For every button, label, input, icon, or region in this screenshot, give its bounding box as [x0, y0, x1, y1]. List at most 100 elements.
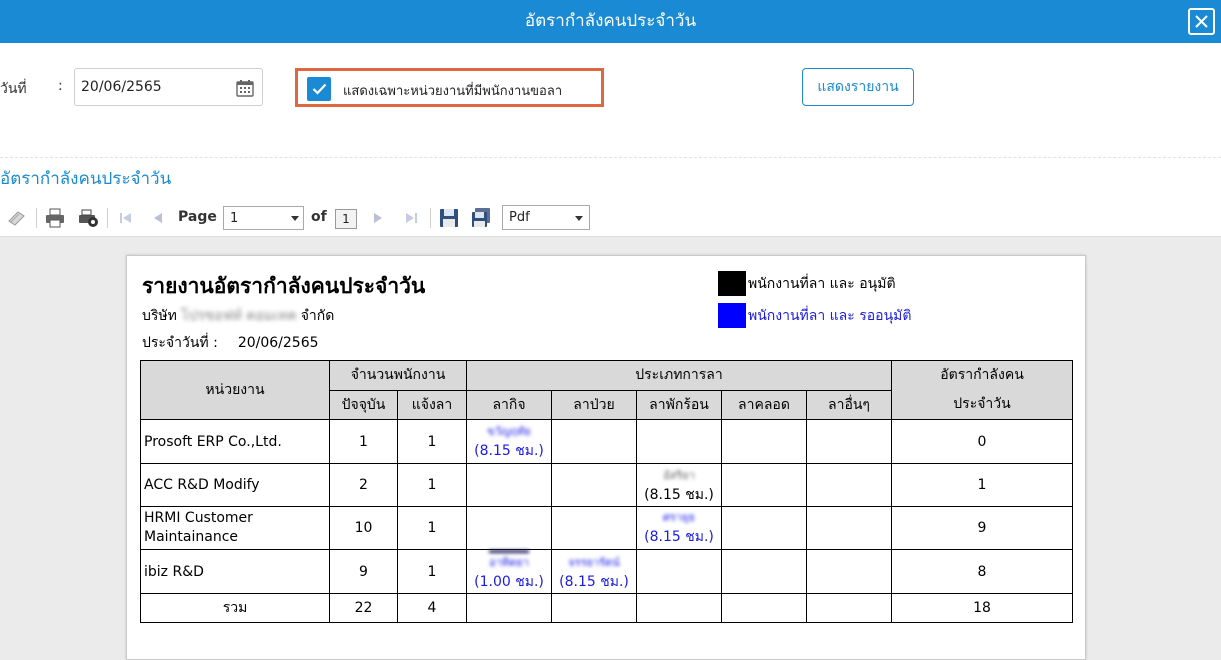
row-sick[interactable]: จรรยารัตน์ (8.15 ชม.) — [551, 549, 637, 594]
row-personal[interactable]: ขวัญฤทัย (8.15 ชม.) — [466, 419, 552, 464]
header-rate-line2: ประจำวัน — [953, 396, 1011, 412]
total-pages: 1 — [335, 209, 357, 229]
table-row: ACC R&D Modify 2 1 อัสริยา (8.15 ชม.) 1 — [140, 463, 1073, 507]
header-rate-line1: อัตรากำลังคน — [940, 367, 1024, 383]
header-sick: ลาป่วย — [551, 389, 637, 420]
legend-label-approved: พนักงานที่ลา และ อนุมัติ — [748, 275, 896, 292]
table-row: HRMI Customer Maintainance 10 1 ศรายุธ (… — [140, 506, 1073, 550]
employee-name-redacted: อาทิตยา — [489, 550, 529, 571]
report-date: ประจำวันที่ : 20/06/2565 — [142, 332, 319, 354]
total-rate: 18 — [891, 593, 1073, 623]
print-setup-icon[interactable] — [77, 207, 99, 229]
row-rate: 8 — [891, 549, 1073, 594]
row-current: 9 — [329, 549, 398, 594]
employee-name-redacted: จรรยารัตน์ — [568, 556, 620, 569]
row-rate: 1 — [891, 463, 1073, 507]
row-sick — [551, 506, 637, 550]
app-window: อัตรากำลังคนประจำวัน วันที่ : แสดงเฉพาะห… — [0, 0, 1221, 660]
row-personal[interactable]: อาทิตยา (1.00 ชม.) — [466, 549, 552, 594]
row-unit: ACC R&D Modify — [140, 463, 330, 507]
row-on-leave: 1 — [397, 463, 467, 507]
row-sick — [551, 463, 637, 507]
total-vacation — [636, 593, 722, 623]
header-maternity: ลาคลอด — [721, 389, 807, 420]
row-personal — [466, 463, 552, 507]
employee-name-redacted: อัสริยา — [663, 469, 695, 482]
first-page-icon[interactable] — [115, 207, 137, 229]
total-current: 22 — [329, 593, 398, 623]
leave-hours: (8.15 ชม.) — [644, 487, 714, 503]
legend-label-pending: พนักงานที่ลา และ รออนุมัติ — [748, 307, 912, 324]
date-field[interactable] — [74, 68, 263, 106]
row-unit: HRMI Customer Maintainance — [140, 506, 330, 550]
section-title: อัตรากำลังคนประจำวัน — [0, 169, 172, 189]
header-other: ลาอื่นๆ — [806, 389, 892, 420]
calendar-icon[interactable] — [235, 78, 255, 98]
row-current: 10 — [329, 506, 398, 550]
print-icon[interactable] — [44, 207, 66, 229]
header-employees: จำนวนพนักงาน — [329, 360, 467, 391]
export-format-value: Pdf — [509, 210, 530, 225]
show-report-button[interactable]: แสดงรายงาน — [802, 68, 914, 106]
export-icon[interactable] — [470, 207, 492, 229]
last-page-icon[interactable] — [400, 207, 422, 229]
page-select-value: 1 — [230, 211, 239, 226]
total-personal — [466, 593, 552, 623]
date-colon: : — [58, 78, 63, 94]
page-select[interactable]: 1 — [223, 206, 304, 230]
row-maternity — [721, 506, 807, 550]
legend-pending: พนักงานที่ลา และ รออนุมัติ — [718, 303, 911, 328]
header-unit: หน่วยงาน — [140, 360, 330, 420]
report-toolbar: Page — [0, 200, 1221, 237]
row-current: 2 — [329, 463, 398, 507]
prev-page-icon[interactable] — [147, 207, 169, 229]
row-vacation[interactable]: อัสริยา (8.15 ชม.) — [636, 463, 722, 507]
leave-hours: (8.15 ชม.) — [474, 442, 544, 459]
save-icon[interactable] — [438, 207, 460, 229]
leave-filter-option[interactable]: แสดงเฉพาะหน่วยงานที่มีพนักงานขอลา — [295, 68, 604, 107]
header-rate: อัตรากำลังคน ประจำวัน — [891, 360, 1073, 420]
row-on-leave: 1 — [397, 419, 467, 464]
leave-hours: (8.15 ชม.) — [644, 529, 714, 545]
toolbar-separator — [36, 208, 37, 228]
parameters-icon[interactable] — [6, 207, 28, 229]
table-header-row: หน่วยงาน จำนวนพนักงาน ประเภทการลา อัตราก… — [140, 360, 1073, 420]
window-title: อัตรากำลังคนประจำวัน — [524, 11, 697, 31]
date-input[interactable] — [81, 77, 231, 97]
row-maternity — [721, 549, 807, 594]
header-leave-type: ประเภทการลา — [466, 360, 892, 391]
row-vacation — [636, 419, 722, 464]
total-other — [806, 593, 892, 623]
row-unit: Prosoft ERP Co.,Ltd. — [140, 419, 330, 464]
date-label: วันที่ — [0, 81, 27, 97]
close-button[interactable] — [1188, 8, 1215, 35]
row-unit: ibiz R&D — [140, 549, 330, 594]
header-current: ปัจจุบัน — [329, 389, 398, 420]
table-row: ibiz R&D 9 1 อาทิตยา (1.00 ชม.) จรรยารัต… — [140, 549, 1073, 594]
report-company: บริษัท โปรซอฟท์ คอมเทค จำกัด — [142, 305, 334, 327]
legend-swatch-approved — [718, 271, 746, 296]
leave-hours: (8.15 ชม.) — [559, 574, 629, 590]
header-vacation: ลาพักร้อน — [636, 389, 722, 420]
header-on-leave: แจ้งลา — [397, 389, 467, 420]
row-vacation[interactable]: ศรายุธ (8.15 ชม.) — [636, 506, 722, 550]
row-current: 1 — [329, 419, 398, 464]
chevron-down-icon — [575, 216, 583, 221]
report-date-label: ประจำวันที่ : — [142, 335, 218, 351]
company-prefix: บริษัท — [142, 308, 177, 324]
row-maternity — [721, 419, 807, 464]
leave-filter-label: แสดงเฉพาะหน่วยงานที่มีพนักงานขอลา — [343, 84, 563, 99]
legend-swatch-pending — [718, 303, 746, 328]
close-icon — [1195, 15, 1208, 28]
export-format-select[interactable]: Pdf — [502, 205, 590, 230]
row-rate: 9 — [891, 506, 1073, 550]
table-total-row: รวม 22 4 18 — [140, 593, 1073, 623]
leave-hours: (1.00 ชม.) — [474, 574, 544, 590]
total-maternity — [721, 593, 807, 623]
toolbar-separator — [430, 208, 431, 228]
leave-filter-checkbox[interactable] — [307, 77, 331, 101]
next-page-icon[interactable] — [367, 207, 389, 229]
header-personal: ลากิจ — [466, 389, 552, 420]
company-suffix: จำกัด — [300, 308, 335, 324]
row-other — [806, 419, 892, 464]
